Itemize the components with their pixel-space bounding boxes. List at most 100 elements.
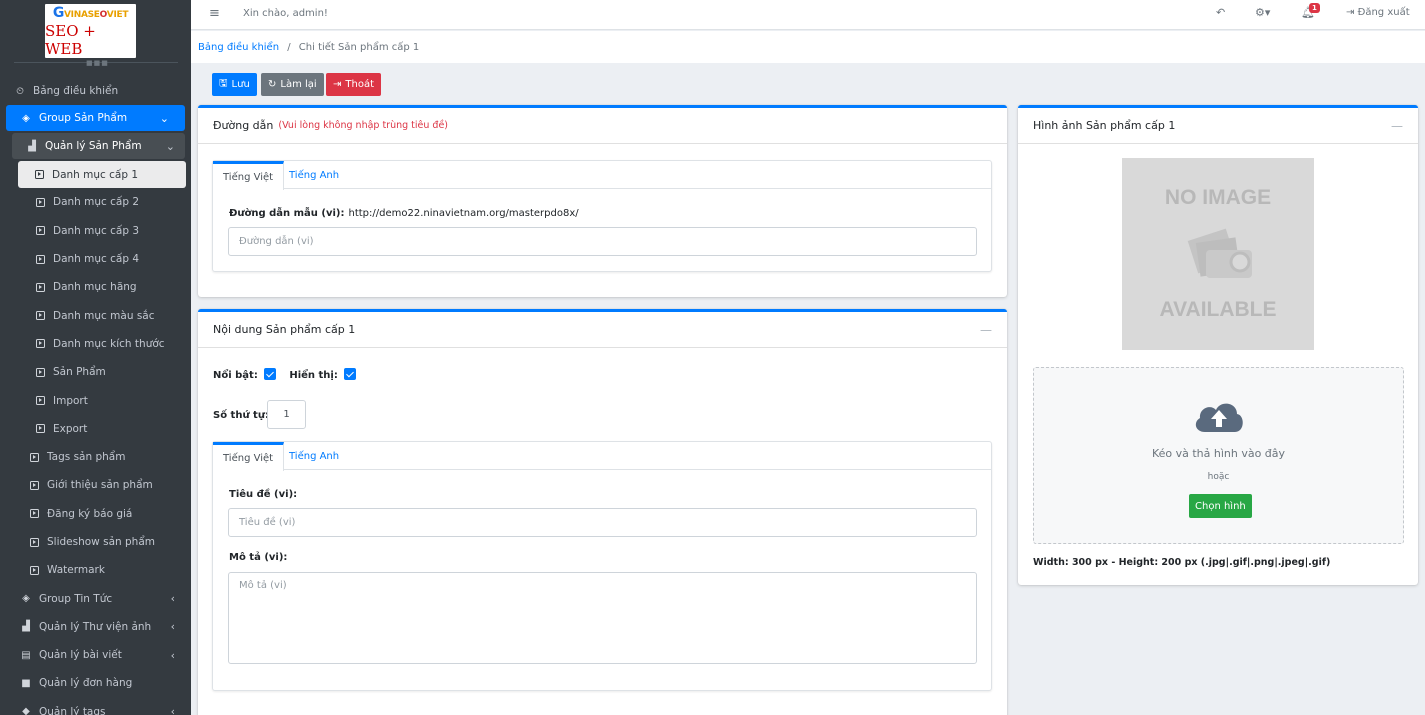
- sidebar-item-import[interactable]: Import: [0, 386, 191, 414]
- sidebar-item-category-4[interactable]: Danh mục cấp 4: [0, 245, 191, 273]
- sidebar-item-products[interactable]: Sản Phẩm: [0, 358, 191, 386]
- notification-bell-icon[interactable]: 🔔︎ 1: [1301, 3, 1320, 19]
- sidebar-item-dashboard[interactable]: ⏲ Bảng điều khiển: [0, 77, 191, 105]
- sidebar-item-orders[interactable]: ■ Quản lý đơn hàng: [0, 669, 191, 697]
- visible-label: Hiển thị:: [289, 370, 338, 381]
- exit-button[interactable]: ⇥ Thoát: [326, 73, 382, 96]
- chevron-down-icon: ⌄: [159, 111, 169, 125]
- chevron-left-icon: ‹: [170, 705, 175, 715]
- content-language-tabs: Tiếng Việt Tiếng Anh Tiêu đề (vi): Tiêu …: [212, 441, 992, 691]
- sidebar-item-category-2[interactable]: Danh mục cấp 2: [0, 188, 191, 216]
- chevron-left-icon: ‹: [170, 620, 175, 634]
- tab-english[interactable]: Tiếng Anh: [289, 442, 339, 470]
- collapse-icon[interactable]: —: [1391, 119, 1403, 133]
- sidebar-item-gallery[interactable]: ▟ Quản lý Thư viện ảnh ‹: [0, 613, 191, 641]
- content-card-title: Nội dung Sản phẩm cấp 1: [213, 323, 356, 336]
- sidebar-item-label: Group Tin Tức: [39, 592, 113, 605]
- sidebar-item-product-intro[interactable]: Giới thiệu sản phẩm: [0, 471, 191, 499]
- sidebar-item-watermark[interactable]: Watermark: [0, 556, 191, 584]
- shopping-bag-icon: ■: [21, 677, 31, 689]
- sidebar-item-category-3[interactable]: Danh mục cấp 3: [0, 217, 191, 245]
- caret-square-icon: [28, 536, 40, 548]
- newspaper-icon: ▤: [21, 649, 31, 661]
- menu-toggle-icon[interactable]: ≡: [209, 6, 220, 21]
- sidebar-item-posts[interactable]: ▤ Quản lý bài viết ‹: [0, 641, 191, 669]
- sidebar-item-group-news[interactable]: ◈ Group Tin Tức ‹: [0, 584, 191, 612]
- caret-square-icon: [34, 310, 46, 322]
- sidebar: GVINASEOVIET SEO + WEB ■■■ ⏲ Bảng điều k…: [0, 0, 191, 715]
- sidebar-item-label: Danh mục cấp 4: [53, 253, 140, 266]
- notification-count-badge: 1: [1309, 3, 1320, 13]
- sidebar-item-label: Sản Phẩm: [53, 366, 106, 379]
- sidebar-item-brand-category[interactable]: Danh mục hãng: [0, 273, 191, 301]
- tab-vietnamese[interactable]: Tiếng Việt: [213, 442, 285, 471]
- sidebar-item-label: Quản lý tags: [39, 705, 106, 715]
- sidebar-item-group-products[interactable]: ◈ Group Sản Phẩm ⌄: [6, 105, 185, 132]
- tab-list: Tiếng Việt Tiếng Anh: [213, 442, 991, 471]
- sidebar-item-label: Danh mục màu sắc: [53, 309, 155, 322]
- sidebar-item-quote-request[interactable]: Đăng ký báo giá: [0, 500, 191, 528]
- exit-label: Thoát: [345, 79, 375, 90]
- caret-square-icon: [34, 423, 46, 435]
- reset-button[interactable]: ↻ Làm lại: [261, 73, 324, 96]
- save-button[interactable]: 🖫︎ Lưu: [212, 73, 257, 96]
- logout-label: Đăng xuất: [1357, 7, 1410, 18]
- title-label: Tiêu đề (vi):: [229, 489, 298, 500]
- sidebar-item-color-category[interactable]: Danh mục màu sắc: [0, 301, 191, 329]
- sidebar-item-product-tags[interactable]: Tags sản phẩm: [0, 443, 191, 471]
- featured-label: Nổi bật:: [213, 370, 258, 381]
- caret-square-icon: [34, 225, 46, 237]
- layers-icon: ◈: [22, 112, 30, 124]
- sidebar-item-label: Slideshow sản phẩm: [47, 536, 155, 548]
- sidebar-item-tags[interactable]: ◆ Quản lý tags ‹: [0, 698, 191, 715]
- caret-square-icon: [34, 395, 46, 407]
- or-text: hoặc: [1207, 472, 1230, 482]
- camera-photo-icon: [1187, 228, 1252, 278]
- sidebar-item-label: Quản lý đơn hàng: [39, 677, 133, 690]
- brand-logo[interactable]: GVINASEOVIET SEO + WEB: [45, 4, 136, 58]
- tab-vietnamese[interactable]: Tiếng Việt: [213, 161, 285, 190]
- sidebar-item-manage-products[interactable]: ▟ Quản lý Sản Phẩm ⌄: [12, 133, 185, 160]
- caret-square-icon: [34, 366, 46, 378]
- sidebar-item-product-slideshow[interactable]: Slideshow sản phẩm: [0, 528, 191, 556]
- back-arrow-icon[interactable]: ↶: [1216, 6, 1225, 19]
- tab-list: Tiếng Việt Tiếng Anh: [213, 161, 991, 190]
- choose-image-button[interactable]: Chọn hình: [1189, 494, 1252, 518]
- breadcrumb-home-link[interactable]: Bảng điều khiển: [198, 42, 279, 53]
- slug-card-note: (Vui lòng không nhập trùng tiêu đề): [278, 120, 449, 131]
- sidebar-item-export[interactable]: Export: [0, 415, 191, 443]
- visible-checkbox[interactable]: [343, 368, 356, 380]
- cloud-upload-icon: [1195, 403, 1243, 432]
- reset-label: Làm lại: [280, 79, 317, 90]
- chevron-left-icon: ‹: [170, 592, 175, 606]
- sidebar-item-label: Danh mục kích thước: [53, 337, 165, 350]
- caret-square-icon: [33, 169, 45, 181]
- sidebar-item-label: Danh mục cấp 1: [52, 168, 139, 181]
- order-input[interactable]: 1: [267, 400, 306, 429]
- sidebar-nav: ⏲ Bảng điều khiển ◈ Group Sản Phẩm ⌄ ▟ Q…: [0, 77, 191, 715]
- sidebar-item-label: Danh mục cấp 2: [53, 196, 140, 209]
- tab-english[interactable]: Tiếng Anh: [289, 161, 339, 189]
- featured-checkbox[interactable]: [263, 368, 276, 380]
- sidebar-item-category-1[interactable]: Danh mục cấp 1: [18, 161, 186, 189]
- slug-sample: Đường dẫn mẫu (vi): http://demo22.ninavie…: [229, 208, 579, 219]
- image-card-header: Hình ảnh Sản phẩm cấp 1 —: [1018, 108, 1418, 144]
- settings-icon[interactable]: ⚙▾: [1255, 6, 1270, 19]
- sidebar-item-size-category[interactable]: Danh mục kích thước: [0, 330, 191, 358]
- sidebar-item-label: Quản lý Thư viện ảnh: [39, 620, 152, 633]
- dashboard-icon: ⏲: [16, 85, 24, 97]
- breadcrumb-bar: Bảng điều khiển / Chi tiết Sản phẩm cấp …: [191, 31, 1425, 63]
- logout-link[interactable]: ⇥ Đăng xuất: [1346, 7, 1410, 18]
- content-card: Nội dung Sản phẩm cấp 1 — Nổi bật: Hiển …: [198, 309, 1007, 715]
- caret-square-icon: [34, 281, 46, 293]
- no-image-text: NO IMAGE: [1164, 186, 1272, 209]
- description-textarea[interactable]: Mô tả (vi): [228, 572, 977, 664]
- order-label: Số thứ tự:: [213, 410, 269, 421]
- available-text: AVAILABLE: [1159, 298, 1277, 321]
- title-input[interactable]: Tiêu đề (vi): [228, 508, 977, 537]
- image-dropzone[interactable]: Kéo và thả hình vào đây hoặc Chọn hình: [1033, 367, 1404, 544]
- slug-input[interactable]: Đường dẫn (vi): [228, 227, 977, 256]
- no-image-placeholder: NO IMAGE AVAILABLE: [1122, 158, 1314, 350]
- collapse-icon[interactable]: —: [980, 323, 992, 337]
- logout-icon: ⇥: [1346, 7, 1355, 18]
